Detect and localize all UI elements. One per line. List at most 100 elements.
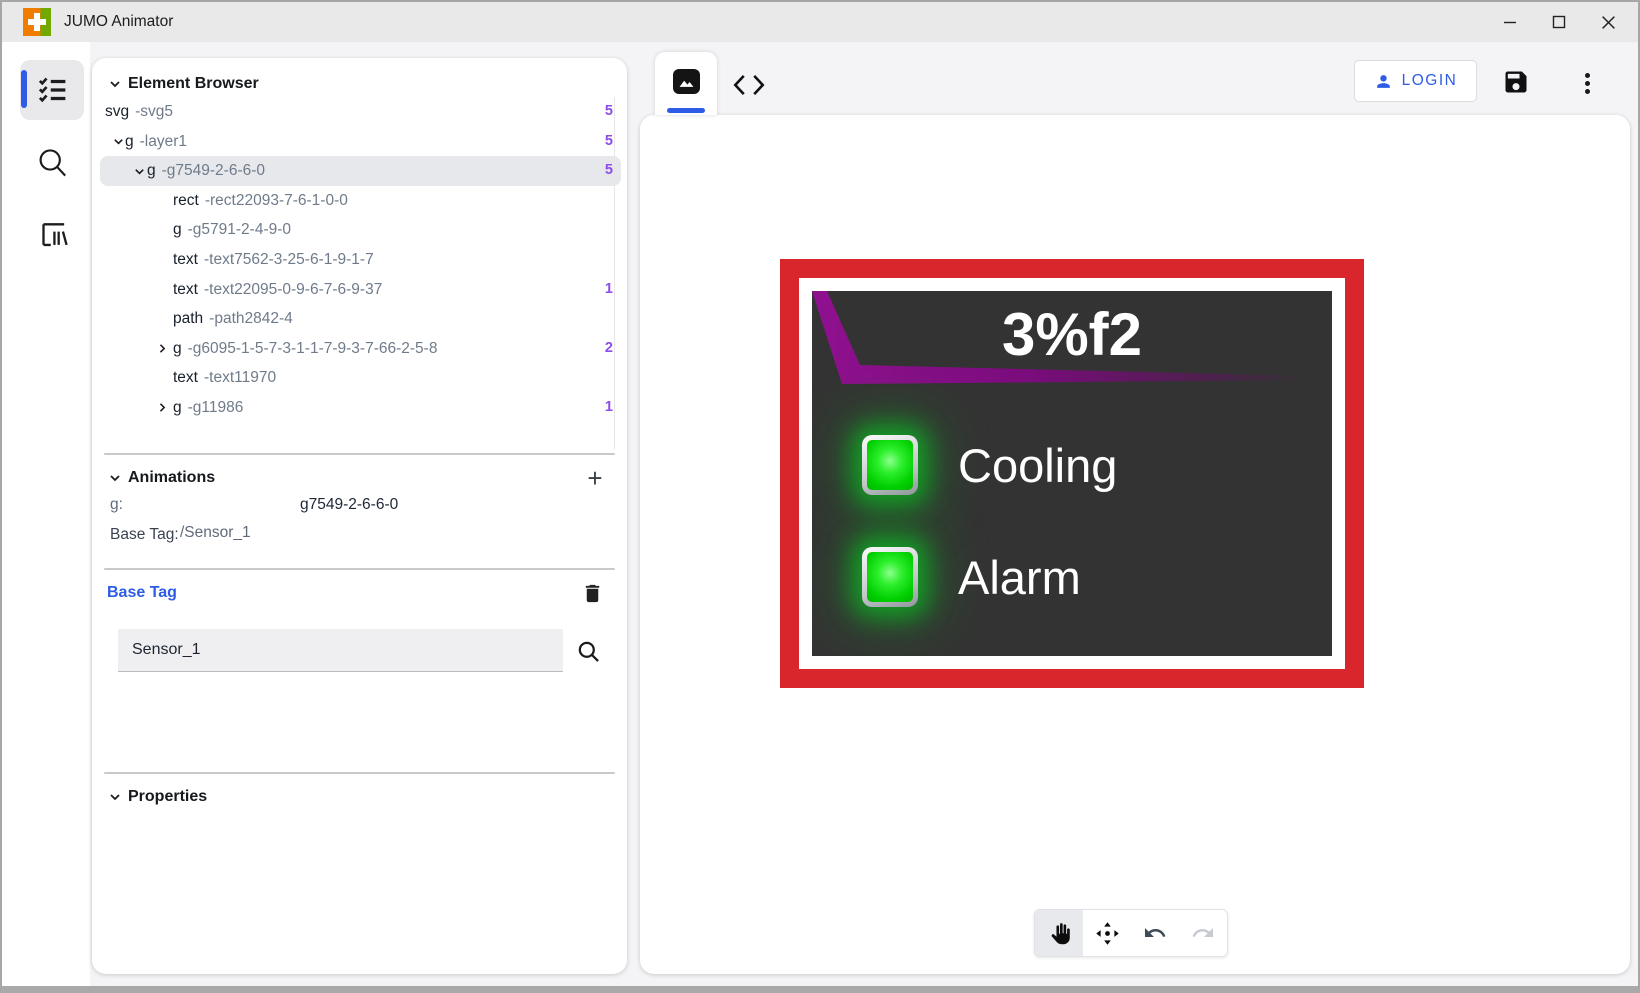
node-tag: svg xyxy=(105,103,129,120)
tree-node[interactable]: path -path2842-4 xyxy=(92,304,627,334)
chevron-down-icon xyxy=(108,77,122,91)
left-toolbar xyxy=(2,42,90,986)
animation-count-badge: 2 xyxy=(605,334,613,364)
move-icon xyxy=(1095,921,1120,946)
animation-count-badge: 5 xyxy=(605,156,613,186)
chevron-right-icon[interactable] xyxy=(156,342,169,355)
node-tag: path xyxy=(173,310,203,327)
search-icon xyxy=(34,145,70,181)
animation-g-label: g: xyxy=(110,496,123,514)
save-icon xyxy=(1502,68,1530,96)
hand-icon xyxy=(1047,921,1072,946)
node-id: -svg5 xyxy=(135,103,173,120)
tree-node[interactable]: text-text7562-3-25-6-1-9-1-7 xyxy=(92,245,627,275)
element-browser-title: Element Browser xyxy=(128,75,259,93)
inspector-panel: Element Browser svg-svg55g-layer15g-g754… xyxy=(92,58,627,974)
active-tab-indicator xyxy=(667,108,705,113)
animation-g-value: g7549-2-6-6-0 xyxy=(300,496,398,514)
artwork-frame[interactable]: 3%f2 Cooling Alarm xyxy=(780,259,1364,688)
node-id: -g7549-2-6-6-0 xyxy=(162,162,265,179)
checklist-icon xyxy=(35,73,69,107)
canvas-toolbar xyxy=(1034,909,1228,957)
artwork-frame-inner: 3%f2 Cooling Alarm xyxy=(799,278,1345,669)
chevron-down-icon xyxy=(108,471,122,485)
code-icon xyxy=(732,73,766,97)
more-menu-button[interactable] xyxy=(1574,68,1600,98)
image-icon xyxy=(673,69,700,94)
tag-search-input[interactable] xyxy=(118,629,563,672)
base-tag-value: /Sensor_1 xyxy=(180,524,251,542)
divider xyxy=(104,453,615,455)
base-tag-link[interactable]: Base Tag xyxy=(107,584,177,602)
tree-node[interactable]: g-layer15 xyxy=(92,127,627,157)
tree-node[interactable]: rect-rect22093-7-6-1-0-0 xyxy=(92,186,627,216)
tab-code-view[interactable] xyxy=(731,72,767,98)
tree-node[interactable]: g-g7549-2-6-6-05 xyxy=(92,156,627,186)
tree-node[interactable]: g -g6095-1-5-7-3-1-1-7-9-3-7-66-2-5-8 2 xyxy=(92,334,627,364)
save-button[interactable] xyxy=(1501,68,1531,98)
node-id: -g11986 xyxy=(188,399,244,416)
tree-scrollbar[interactable] xyxy=(614,97,615,449)
tree-node[interactable]: text-text11970 xyxy=(92,363,627,393)
node-id: -g6095-1-5-7-3-1-1-7-9-3-7-66-2-5-8 xyxy=(188,340,438,357)
close-icon xyxy=(1601,15,1616,30)
node-id: -text22095-0-9-6-7-6-9-37 xyxy=(204,281,382,298)
node-id: -path2842-4 xyxy=(209,310,293,327)
canvas-panel[interactable]: 3%f2 Cooling Alarm xyxy=(640,115,1630,974)
login-label: LOGIN xyxy=(1402,72,1458,90)
tool-search-button[interactable] xyxy=(20,133,84,193)
led-indicator-alarm xyxy=(862,547,918,607)
chevron-down-icon[interactable] xyxy=(112,135,125,148)
tab-design-view[interactable] xyxy=(655,52,717,115)
tree-node[interactable]: g-g119861 xyxy=(92,393,627,423)
app-window: JUMO Animator xyxy=(0,0,1640,993)
tool-library-button[interactable] xyxy=(20,204,84,264)
properties-header[interactable]: Properties xyxy=(92,783,627,811)
delete-animation-button[interactable] xyxy=(578,580,606,608)
kebab-icon xyxy=(1580,73,1594,94)
node-tag: g xyxy=(173,221,182,238)
indicator-row: Cooling xyxy=(862,434,1117,496)
led-indicator-cooling xyxy=(862,435,918,495)
login-button[interactable]: LOGIN xyxy=(1354,60,1477,102)
pan-tool-button[interactable] xyxy=(1035,910,1083,956)
node-tag: g xyxy=(173,340,182,357)
app-logo-icon xyxy=(23,8,51,36)
node-id: -g5791-2-4-9-0 xyxy=(188,221,291,238)
node-tag: g xyxy=(125,133,134,150)
tree-node[interactable]: text -text22095-0-9-6-7-6-9-37 1 xyxy=(92,275,627,305)
properties-title: Properties xyxy=(128,788,207,806)
chevron-down-icon[interactable] xyxy=(133,165,146,178)
tool-element-browser-button[interactable] xyxy=(20,60,84,120)
minimize-button[interactable] xyxy=(1495,7,1525,37)
move-tool-button[interactable] xyxy=(1083,910,1131,956)
search-icon xyxy=(575,638,602,665)
undo-button[interactable] xyxy=(1131,910,1179,956)
undo-icon xyxy=(1143,921,1167,945)
redo-button[interactable] xyxy=(1179,910,1227,956)
divider xyxy=(104,772,615,774)
indicator-label: Cooling xyxy=(958,438,1117,493)
close-button[interactable] xyxy=(1593,7,1623,37)
animations-header[interactable]: Animations xyxy=(92,464,627,492)
titlebar: JUMO Animator xyxy=(2,2,1638,43)
artwork-panel: 3%f2 Cooling Alarm xyxy=(812,291,1332,656)
person-icon xyxy=(1374,72,1393,91)
node-tag: text xyxy=(173,281,198,298)
add-animation-button[interactable]: + xyxy=(580,464,610,492)
animation-count-badge: 1 xyxy=(605,393,613,423)
tree-node[interactable]: g -g5791-2-4-9-0 xyxy=(92,215,627,245)
element-tree: svg-svg55g-layer15g-g7549-2-6-6-05rect-r… xyxy=(92,97,627,423)
maximize-button[interactable] xyxy=(1544,7,1574,37)
tag-search-button[interactable] xyxy=(574,638,602,666)
node-tag: rect xyxy=(173,192,199,209)
tree-node[interactable]: svg -svg5 5 xyxy=(92,97,627,127)
node-id: -text11970 xyxy=(204,369,276,386)
window-title: JUMO Animator xyxy=(64,2,173,42)
trash-icon xyxy=(581,582,604,605)
animation-count-badge: 5 xyxy=(605,97,613,127)
element-browser-header[interactable]: Element Browser xyxy=(92,70,627,98)
chevron-right-icon[interactable] xyxy=(156,401,169,414)
library-panel-icon xyxy=(35,217,69,251)
animation-count-badge: 1 xyxy=(605,275,613,305)
